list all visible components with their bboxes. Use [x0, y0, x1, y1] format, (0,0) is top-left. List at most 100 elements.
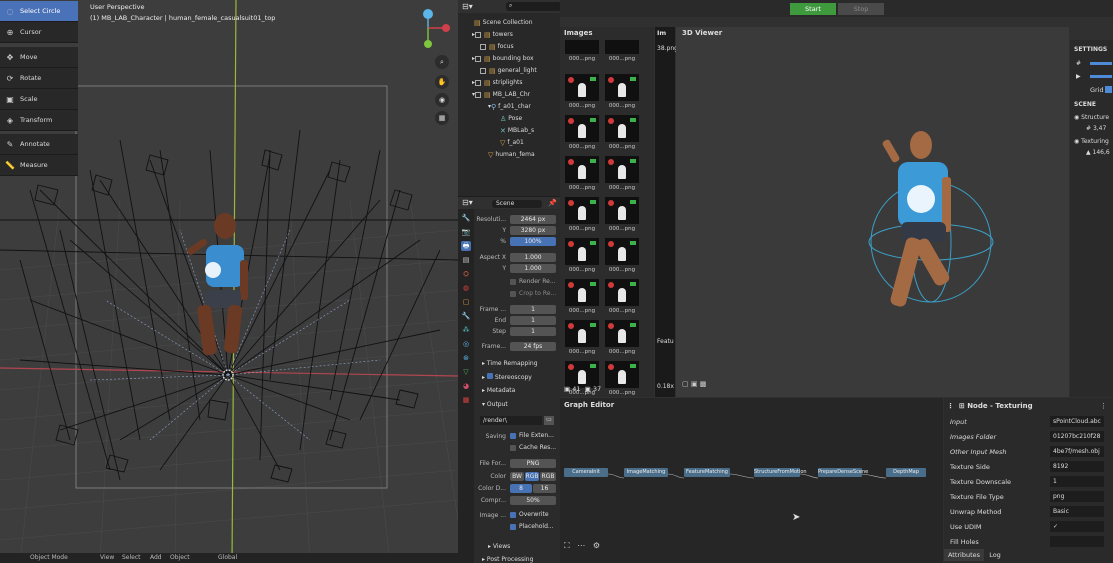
texture-tab-icon[interactable]: ▦	[461, 395, 471, 405]
graph-node[interactable]: DepthMap	[886, 468, 926, 477]
fit-view-icon[interactable]: ⛶	[564, 541, 570, 550]
particles-tab-icon[interactable]: ⁂	[461, 325, 471, 335]
param-value-field[interactable]: Basic	[1050, 506, 1104, 517]
image-thumbnail[interactable]: 000...png	[605, 197, 639, 232]
eye-icon[interactable]: ◉	[1074, 138, 1079, 145]
param-value-field[interactable]: png	[1050, 491, 1104, 502]
stereoscopy-panel[interactable]: ▸ Stereoscopy	[482, 373, 532, 381]
color-rgba-button[interactable]: RGB	[540, 472, 556, 481]
crop-checkbox[interactable]	[510, 291, 516, 297]
param-value-field[interactable]: 4be7f/mesh.obj	[1050, 446, 1104, 457]
graph-node[interactable]: ImageMatching	[624, 468, 668, 477]
file-extensions-checkbox[interactable]	[510, 433, 516, 439]
tool-transform[interactable]: ◈ Transform	[0, 110, 78, 131]
graph-node[interactable]: CameraInit	[564, 468, 608, 477]
compression-slider[interactable]: 50%	[510, 496, 556, 505]
outliner-item-f-a01[interactable]: ▽ f_a01	[500, 137, 524, 148]
image-thumbnail[interactable]: 000...png	[605, 115, 639, 150]
more-icon[interactable]: ⋯	[577, 541, 585, 550]
tool-measure[interactable]: 📏 Measure	[0, 155, 78, 176]
grid-view-icon[interactable]: ▣	[691, 380, 698, 388]
frame-icon[interactable]: ▢	[682, 380, 689, 388]
overwrite-checkbox[interactable]	[510, 512, 516, 518]
ortho-toggle-icon[interactable]: ▦	[435, 111, 449, 125]
structure-item[interactable]: ◉ Structure	[1074, 114, 1109, 121]
image-thumbnail[interactable]: 000...png	[605, 320, 639, 355]
image-thumbnail[interactable]: 000...png	[605, 238, 639, 273]
param-value-field[interactable]	[1050, 536, 1104, 547]
color-depth-8-button[interactable]: 8	[510, 484, 532, 493]
settings-gear-icon[interactable]: ⚙	[593, 541, 600, 550]
outliner-item-striplights[interactable]: ▸ ▤ striplights	[472, 77, 523, 88]
file-format-select[interactable]: PNG	[510, 459, 556, 468]
tool-annotate[interactable]: ✎ Annotate	[0, 134, 78, 155]
node-menu-icon[interactable]: ⋮	[1100, 402, 1107, 410]
texturing-item[interactable]: ◉ Texturing	[1074, 138, 1109, 145]
stop-button[interactable]: Stop	[838, 3, 884, 15]
aspect-y-field[interactable]: 1.000	[510, 264, 556, 273]
blender-viewport[interactable]: User Perspective (1) MB_LAB_Character | …	[0, 0, 458, 563]
image-thumbnail[interactable]: 000...png	[565, 279, 599, 314]
eye-icon[interactable]: ◉	[1074, 114, 1079, 121]
scene-tab-icon[interactable]: ⛭	[461, 269, 471, 279]
image-thumbnail[interactable]: 000...png	[565, 156, 599, 191]
output-panel[interactable]: ▾ Output	[482, 401, 508, 408]
log-tab[interactable]: Log	[985, 549, 1005, 561]
render-region-checkbox[interactable]	[510, 279, 516, 285]
camera-view-icon[interactable]: ◉	[435, 93, 449, 107]
image-thumbnail[interactable]: 000...png	[605, 279, 639, 314]
color-bw-button[interactable]: BW	[510, 472, 524, 481]
tool-move[interactable]: ✥ Move	[0, 47, 78, 68]
post-processing-panel[interactable]: ▸ Post Processing	[482, 556, 533, 563]
outliner-item-bounding-box[interactable]: ▸ ▤ bounding box	[472, 53, 534, 64]
graph-node[interactable]: StructureFromMotion	[754, 468, 807, 477]
constraints-tab-icon[interactable]: ⊛	[461, 353, 471, 363]
folder-icon[interactable]: ▭	[544, 416, 554, 425]
object-tab-icon[interactable]: ▢	[461, 297, 471, 307]
pan-hand-icon[interactable]: ✋	[435, 75, 449, 89]
frame-rate-select[interactable]: 24 fps	[510, 342, 556, 351]
menu-object[interactable]: Object	[170, 554, 190, 561]
image-thumbnail[interactable]: 000...png	[605, 156, 639, 191]
image-thumbnail[interactable]: 000...png	[565, 197, 599, 232]
image-thumbnail[interactable]: 000...png	[565, 40, 599, 62]
outliner-item-mb-lab[interactable]: ▾ ▤ MB_LAB_Chr	[472, 89, 530, 100]
resolution-x-field[interactable]: 2464 px	[510, 215, 556, 224]
zoom-icon[interactable]: ⌕	[435, 55, 449, 69]
frame-end-field[interactable]: 1	[510, 316, 556, 325]
image-thumbnail[interactable]: 000...png	[565, 238, 599, 273]
pin-icon[interactable]: 📌	[548, 199, 557, 207]
param-value-field[interactable]: 8192	[1050, 461, 1104, 472]
image-thumbnail[interactable]: 000...png	[605, 361, 639, 396]
resolution-percent-field[interactable]: 100%	[510, 237, 556, 246]
outliner-item-focus[interactable]: ▤ focus	[480, 41, 514, 52]
placeholders-checkbox[interactable]	[510, 524, 516, 530]
image-thumbnail[interactable]: 000...png	[565, 320, 599, 355]
menu-add[interactable]: Add	[150, 554, 162, 561]
attributes-tab[interactable]: Attributes	[944, 549, 984, 561]
outliner-scene-collection[interactable]: ▤ Scene Collection	[474, 17, 533, 28]
resolution-y-field[interactable]: 3280 px	[510, 226, 556, 235]
outliner-item-mblab[interactable]: ✕ MBLab_s	[500, 125, 534, 136]
start-button[interactable]: Start	[790, 3, 836, 15]
mode-select[interactable]: Object Mode	[30, 554, 68, 561]
output-path-input[interactable]: /render\	[480, 416, 542, 425]
param-value-field[interactable]: ✓	[1050, 521, 1104, 532]
camera-scale-slider[interactable]	[1090, 75, 1112, 78]
data-tab-icon[interactable]: ▽	[461, 367, 471, 377]
editor-type-icon[interactable]: ⊟▾	[462, 2, 473, 11]
wireframe-icon[interactable]: ▩	[700, 380, 707, 388]
outliner-search-input[interactable]: ⌕	[506, 2, 561, 11]
outliner-item-general-light[interactable]: ▤ general_light	[480, 65, 537, 76]
view-layer-tab-icon[interactable]: ▤	[461, 255, 471, 265]
tool-cursor[interactable]: ⊕ Cursor	[0, 22, 78, 43]
modifier-tab-icon[interactable]: 🔧	[461, 311, 471, 321]
properties-panel[interactable]: ⊟▾ Scene 📌 🔧 📷 🖶 ▤ ⛭ ◍ ▢ 🔧 ⁂ ◎ ⊛ ▽ ◕ ▦ R…	[458, 197, 560, 563]
grid-size-slider[interactable]	[1090, 62, 1112, 65]
aspect-x-field[interactable]: 1.000	[510, 253, 556, 262]
time-remapping-panel[interactable]: ▸ Time Remapping	[482, 360, 538, 367]
output-tab-icon[interactable]: 🖶	[461, 241, 471, 251]
outliner[interactable]: ⊟▾ ⌕ ▤ Scene Collection ▸ ▤ towers ▤ focus …	[458, 0, 1010, 196]
physics-tab-icon[interactable]: ◎	[461, 339, 471, 349]
outliner-item-armature[interactable]: ▾ ⚲ f_a01_char	[488, 101, 531, 112]
